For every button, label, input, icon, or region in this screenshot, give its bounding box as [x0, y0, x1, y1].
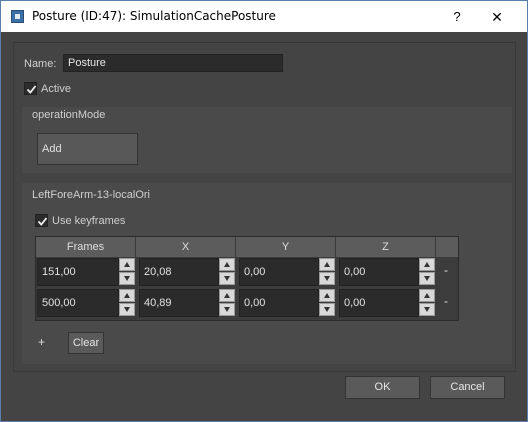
spin-down-icon[interactable] [219, 303, 235, 316]
remove-row-button[interactable]: - [444, 263, 448, 277]
cancel-button[interactable]: Cancel [430, 376, 505, 399]
checkmark-icon [37, 217, 48, 226]
operation-mode-title: operationMode [32, 109, 106, 121]
column-header-frames[interactable]: Frames [36, 237, 136, 257]
remove-row-button[interactable]: - [444, 294, 448, 308]
frames-field-row1[interactable]: 151,00 [37, 258, 119, 286]
y-field-row1[interactable]: 0,00 [239, 258, 319, 286]
y-field-row2[interactable]: 0,00 [239, 289, 319, 317]
spin-down-icon[interactable] [319, 272, 335, 285]
y-spinner-row1[interactable] [319, 258, 335, 286]
z-spinner-row1[interactable] [419, 258, 435, 286]
name-label: Name: [24, 58, 57, 70]
spin-up-icon[interactable] [119, 289, 135, 302]
active-checkbox[interactable] [24, 82, 37, 95]
help-button[interactable]: ? [447, 7, 467, 27]
keyframe-group-title: LeftForeArm-13-localOri [32, 189, 150, 201]
spin-down-icon[interactable] [419, 303, 435, 316]
active-label: Active [41, 83, 71, 95]
add-keyframe-button[interactable]: + [38, 335, 45, 349]
spin-up-icon[interactable] [319, 258, 335, 271]
z-spinner-row2[interactable] [419, 289, 435, 317]
use-keyframes-label: Use keyframes [52, 215, 126, 227]
use-keyframes-checkbox[interactable] [35, 214, 48, 227]
clear-button[interactable]: Clear [68, 332, 104, 354]
z-field-row2[interactable]: 0,00 [339, 289, 419, 317]
spin-up-icon[interactable] [219, 289, 235, 302]
spin-up-icon[interactable] [419, 258, 435, 271]
checkmark-icon [26, 85, 37, 94]
window-title: Posture (ID:47): SimulationCachePosture [32, 9, 276, 23]
column-header-z[interactable]: Z [336, 237, 436, 257]
spin-up-icon[interactable] [419, 289, 435, 302]
frames-spinner-row2[interactable] [119, 289, 135, 317]
spin-up-icon[interactable] [119, 258, 135, 271]
y-spinner-row2[interactable] [319, 289, 335, 317]
x-field-row1[interactable]: 20,08 [139, 258, 219, 286]
spin-down-icon[interactable] [419, 272, 435, 285]
x-spinner-row1[interactable] [219, 258, 235, 286]
app-window-icon [11, 10, 24, 23]
spin-up-icon[interactable] [219, 258, 235, 271]
spin-down-icon[interactable] [319, 303, 335, 316]
spin-down-icon[interactable] [219, 272, 235, 285]
column-header-y[interactable]: Y [236, 237, 336, 257]
operation-mode-dropdown[interactable]: Add [37, 133, 138, 165]
x-spinner-row2[interactable] [219, 289, 235, 317]
z-field-row1[interactable]: 0,00 [339, 258, 419, 286]
ok-button[interactable]: OK [345, 376, 420, 399]
frames-spinner-row1[interactable] [119, 258, 135, 286]
spin-down-icon[interactable] [119, 272, 135, 285]
frames-field-row2[interactable]: 500,00 [37, 289, 119, 317]
spin-up-icon[interactable] [319, 289, 335, 302]
close-button[interactable]: ✕ [487, 7, 507, 27]
column-header-x[interactable]: X [136, 237, 236, 257]
title-bar: Posture (ID:47): SimulationCachePosture … [0, 0, 528, 32]
name-field[interactable]: Posture [63, 54, 283, 72]
spin-down-icon[interactable] [119, 303, 135, 316]
column-header-actions [436, 237, 458, 257]
x-field-row2[interactable]: 40,89 [139, 289, 219, 317]
